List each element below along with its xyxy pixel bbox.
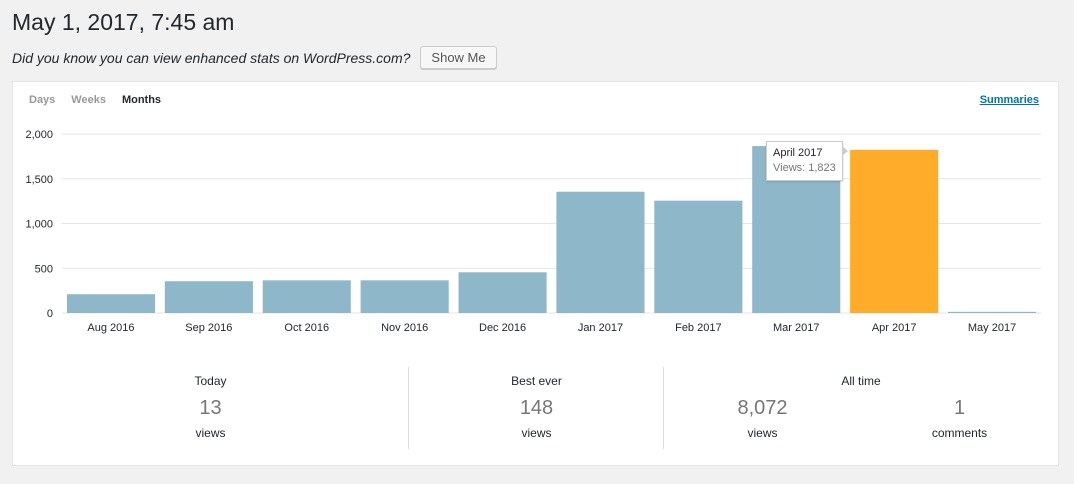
bar[interactable] xyxy=(654,200,743,313)
stat-best-label: Best ever xyxy=(511,374,562,388)
stat-today: Today 13 views xyxy=(13,367,408,449)
promo-row: Did you know you can view enhanced stats… xyxy=(12,46,497,69)
stats-panel: Days Weeks Months Summaries 0 500 1,000 1,5… xyxy=(12,81,1059,466)
stat-alltime-comments: 1 comments xyxy=(861,388,1058,440)
y-tick-label: 500 xyxy=(35,263,53,275)
x-tick-label: Dec 2016 xyxy=(479,322,526,334)
stat-best-unit: views xyxy=(521,426,552,440)
stat-alltime-pair: 8,072 views 1 comments xyxy=(664,388,1058,440)
bar[interactable] xyxy=(164,281,253,313)
bar[interactable] xyxy=(947,311,1037,313)
y-tick-label: 1,500 xyxy=(25,174,53,186)
chart-tooltip: April 2017 Views: 1,823 xyxy=(766,141,848,181)
tooltip-value: Views: 1,823 xyxy=(773,162,836,174)
x-tick-label: Mar 2017 xyxy=(773,322,819,334)
stat-today-value: 13 xyxy=(199,397,222,419)
x-tick-label: Aug 2016 xyxy=(87,322,134,334)
show-me-button[interactable]: Show Me xyxy=(420,46,497,69)
x-tick-label: Oct 2016 xyxy=(284,322,329,334)
stat-alltime-views-unit: views xyxy=(747,426,778,440)
page-title: May 1, 2017, 7:45 am xyxy=(12,9,235,35)
x-tick-label: Feb 2017 xyxy=(675,322,721,334)
bar[interactable] xyxy=(458,272,547,313)
x-tick-label: May 2017 xyxy=(968,322,1016,334)
bar[interactable] xyxy=(66,294,156,313)
y-tick-label: 0 xyxy=(47,308,53,320)
bar[interactable] xyxy=(850,149,939,313)
stat-best: Best ever 148 views xyxy=(408,367,664,449)
stat-alltime-comments-value: 1 xyxy=(953,397,966,419)
y-tick-label: 2,000 xyxy=(25,129,53,141)
x-tick-label: Apr 2017 xyxy=(872,322,917,334)
promo-text: Did you know you can view enhanced stats… xyxy=(12,49,411,66)
y-tick-label: 1,000 xyxy=(25,219,53,231)
stat-alltime-label: All time xyxy=(841,374,881,388)
stat-alltime-views: 8,072 views xyxy=(664,388,861,440)
x-tick-label: Nov 2016 xyxy=(381,322,428,334)
bar[interactable] xyxy=(262,280,351,313)
tooltip-arrow xyxy=(841,146,848,156)
stat-alltime-comments-unit: comments xyxy=(931,426,988,440)
summary-stats: Today 13 views Best ever 148 views All t… xyxy=(13,367,1058,452)
views-bar-chart: 0 500 1,000 1,500 2,000 Aug 2016 Sep 2016 Oct 2… xyxy=(25,129,1041,334)
x-tick-label: Jan 2017 xyxy=(578,322,623,334)
stat-best-value: 148 xyxy=(519,397,554,419)
stat-alltime-views-value: 8,072 xyxy=(737,397,788,419)
stat-today-unit: views xyxy=(195,426,226,440)
bar[interactable] xyxy=(360,280,449,313)
tooltip-title: April 2017 xyxy=(773,147,823,159)
stat-alltime: All time 8,072 views 1 comments xyxy=(663,367,1058,449)
bar[interactable] xyxy=(556,191,645,313)
stat-today-label: Today xyxy=(194,374,227,388)
x-tick-label: Sep 2016 xyxy=(185,322,232,334)
